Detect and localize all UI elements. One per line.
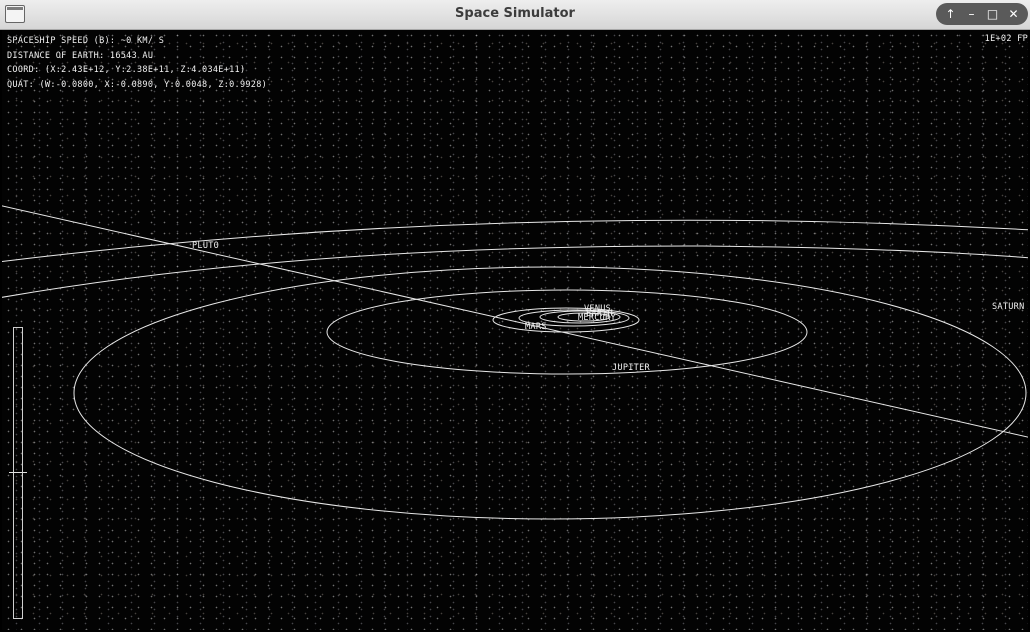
jupiter-label: JUPITER — [612, 363, 651, 373]
mars-label: MARS — [525, 322, 547, 332]
outer-orbit-arc-top — [2, 219, 1028, 263]
maximize-icon[interactable]: □ — [984, 5, 1002, 23]
quat-readout: QUAT: (W:-0.0800, X:-0.0890, Y:0.0048, Z… — [7, 79, 268, 90]
window-title: Space Simulator — [455, 6, 575, 21]
pluto-orbit — [2, 205, 1028, 438]
saturn-orbit — [73, 266, 1027, 520]
title-bar[interactable]: Space Simulator ↑ – □ ✕ — [0, 0, 1030, 30]
fps-counter: 1E+02 FP — [984, 34, 1028, 44]
minimize-icon[interactable]: – — [963, 5, 981, 23]
saturn-label: SATURN — [992, 302, 1025, 312]
window-controls: ↑ – □ ✕ — [936, 3, 1028, 25]
distance-readout: DISTANCE OF EARTH: 16543 AU — [7, 50, 154, 61]
spaceship-speed-readout: SPACESHIP SPEED (B): ~0 KM/ S — [7, 36, 165, 46]
hud-stats: SPACESHIP SPEED (B): ~0 KM/ S DISTANCE OF… — [7, 34, 267, 92]
coord-readout: COORD: (X:2.43E+12, Y:2.38E+11, Z:4.034E… — [7, 65, 246, 75]
speed-slider[interactable] — [9, 327, 27, 619]
outer-orbit-arc-mid — [2, 245, 1028, 298]
mercury-label: MERCURY — [578, 313, 616, 323]
close-icon[interactable]: ✕ — [1005, 5, 1023, 23]
pluto-label: PLUTO — [192, 241, 219, 251]
solar-system-scene: PLUTO SATURN JUPITER MARS EARTH VENUS ME… — [2, 205, 1028, 520]
keep-above-icon[interactable]: ↑ — [942, 5, 960, 23]
simulation-viewport[interactable]: PLUTO SATURN JUPITER MARS EARTH VENUS ME… — [2, 30, 1028, 630]
speed-slider-handle[interactable] — [9, 472, 27, 473]
